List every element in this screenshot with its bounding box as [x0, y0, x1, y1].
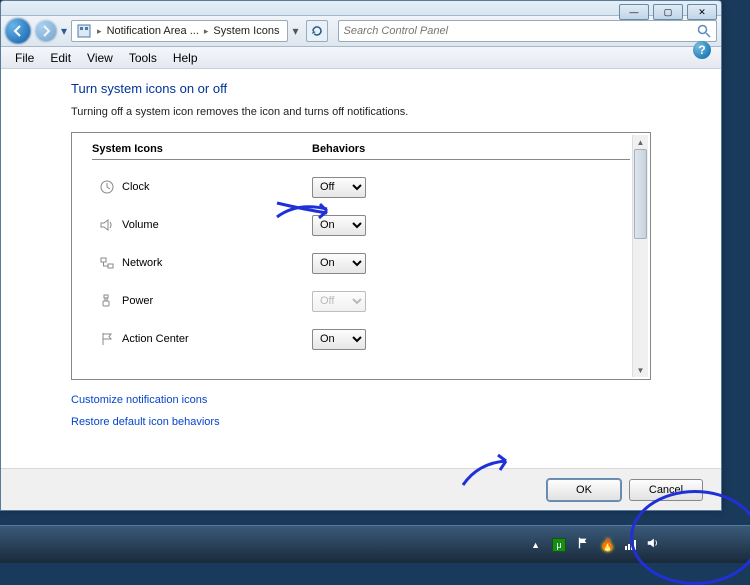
row-label: Clock: [122, 181, 312, 193]
row-label: Action Center: [122, 333, 312, 345]
menu-tools[interactable]: Tools: [121, 49, 165, 67]
menu-help[interactable]: Help: [165, 49, 206, 67]
scroll-down-icon[interactable]: ▼: [633, 363, 648, 377]
clock-icon: [92, 179, 122, 195]
menu-file[interactable]: File: [7, 49, 42, 67]
control-panel-window: — ▢ ✕ ▾ ▸ Notification Area ... ▸ System…: [0, 0, 722, 511]
back-button[interactable]: [5, 18, 31, 44]
action-center-behavior-select[interactable]: On: [312, 329, 366, 350]
search-input[interactable]: [343, 25, 696, 37]
arrow-left-icon: [10, 23, 26, 39]
breadcrumb-notification-area[interactable]: Notification Area ...: [103, 21, 203, 41]
forward-button[interactable]: [35, 20, 57, 42]
tray-action-center-icon[interactable]: [576, 536, 590, 553]
column-header-behaviors: Behaviors: [312, 143, 365, 155]
refresh-button[interactable]: [306, 20, 328, 42]
dialog-button-row: OK Cancel: [1, 468, 721, 510]
ok-button[interactable]: OK: [547, 479, 621, 501]
tray-show-hidden-icon[interactable]: ▲: [531, 540, 540, 550]
titlebar[interactable]: — ▢ ✕: [1, 1, 721, 15]
row-label: Power: [122, 295, 312, 307]
menu-view[interactable]: View: [79, 49, 121, 67]
close-button[interactable]: ✕: [687, 4, 717, 20]
system-tray: ▲ μ 🔥: [531, 536, 660, 553]
taskbar[interactable]: ▲ μ 🔥: [0, 525, 750, 563]
scroll-thumb[interactable]: [634, 149, 647, 239]
tray-volume-icon[interactable]: [646, 536, 660, 553]
breadcrumb-system-icons[interactable]: System Icons: [209, 21, 283, 41]
column-header-icons: System Icons: [92, 143, 312, 155]
arrow-right-icon: [38, 23, 54, 39]
cancel-button[interactable]: Cancel: [629, 479, 703, 501]
restore-defaults-link[interactable]: Restore default icon behaviors: [71, 416, 651, 428]
volume-icon: [92, 217, 122, 233]
volume-behavior-select[interactable]: On: [312, 215, 366, 236]
nav-history-dropdown[interactable]: ▾: [61, 24, 67, 38]
flag-icon: [92, 331, 122, 347]
tray-utorrent-icon[interactable]: μ: [552, 538, 566, 552]
help-icon[interactable]: ?: [693, 41, 711, 59]
minimize-button[interactable]: —: [619, 4, 649, 20]
navigation-bar: ▾ ▸ Notification Area ... ▸ System Icons…: [1, 15, 721, 47]
tray-network-icon[interactable]: [625, 540, 636, 550]
row-clock: Clock Off: [92, 168, 630, 206]
maximize-button[interactable]: ▢: [653, 4, 683, 20]
power-icon: [92, 293, 122, 309]
row-power: Power Off: [92, 282, 630, 320]
power-behavior-select: Off: [312, 291, 366, 312]
row-label: Network: [122, 257, 312, 269]
row-action-center: Action Center On: [92, 320, 630, 358]
icons-panel: System Icons Behaviors Clock Off Volume: [71, 132, 651, 380]
content-area: ? Turn system icons on or off Turning of…: [1, 69, 721, 468]
breadcrumb-dropdown[interactable]: ▾: [292, 24, 298, 38]
panel-scrollbar[interactable]: ▲ ▼: [632, 135, 648, 377]
row-volume: Volume On: [92, 206, 630, 244]
network-behavior-select[interactable]: On: [312, 253, 366, 274]
network-icon: [92, 255, 122, 271]
menu-edit[interactable]: Edit: [42, 49, 79, 67]
row-network: Network On: [92, 244, 630, 282]
menubar: File Edit View Tools Help: [1, 47, 721, 69]
search-icon: [696, 23, 712, 39]
clock-behavior-select[interactable]: Off: [312, 177, 366, 198]
breadcrumb[interactable]: ▸ Notification Area ... ▸ System Icons: [71, 20, 288, 42]
customize-link[interactable]: Customize notification icons: [71, 394, 651, 406]
tray-firewall-icon[interactable]: 🔥: [600, 538, 615, 552]
refresh-icon: [309, 23, 325, 39]
search-box[interactable]: [338, 20, 717, 42]
row-label: Volume: [122, 219, 312, 231]
page-title: Turn system icons on or off: [71, 81, 651, 96]
scroll-up-icon[interactable]: ▲: [633, 135, 648, 149]
page-description: Turning off a system icon removes the ic…: [71, 106, 651, 118]
control-panel-icon: [76, 23, 92, 39]
